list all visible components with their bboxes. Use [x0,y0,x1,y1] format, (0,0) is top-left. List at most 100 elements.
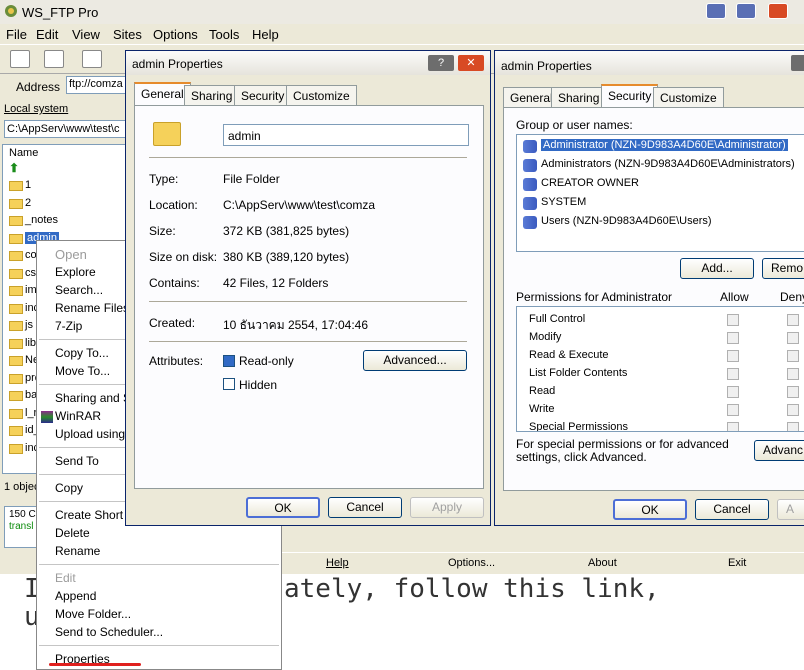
deny-checkbox[interactable] [787,368,799,380]
allow-checkbox[interactable] [727,404,739,416]
options-button[interactable]: Options... [448,557,495,569]
connect-icon[interactable] [10,50,30,68]
menu-item-move-folder[interactable]: Move Folder... [55,607,131,621]
dialog-titlebar: admin Properties [495,51,804,75]
list-item[interactable]: 2 [25,197,31,209]
allow-checkbox[interactable] [727,332,739,344]
deny-checkbox[interactable] [787,386,799,398]
folder-icon [9,233,23,244]
menu-item-sharing[interactable]: Sharing and S [55,391,131,405]
deny-checkbox[interactable] [787,422,799,431]
list-item[interactable]: _notes [25,214,58,226]
menu-item-7zip[interactable]: 7-Zip [55,319,82,333]
user-list-item[interactable]: CREATOR OWNER [541,177,639,189]
menu-item-copy[interactable]: Copy [55,481,83,495]
hidden-checkbox[interactable] [223,378,235,390]
menu-separator [39,645,279,646]
app-titlebar: WS_FTP Pro [0,0,804,24]
deny-checkbox[interactable] [787,350,799,362]
help-button[interactable]: Help [326,557,349,569]
menu-item-delete[interactable]: Delete [55,526,90,540]
disconnect-icon[interactable] [44,50,64,68]
dialog-close-button[interactable]: ✕ [458,55,484,71]
apply-button[interactable]: A [777,499,804,520]
ok-button[interactable]: OK [613,499,687,520]
menu-item-send-to[interactable]: Send To [55,454,99,468]
maximize-button[interactable] [736,3,756,19]
list-item[interactable]: cs [25,267,36,279]
user-list-item[interactable]: Administrator (NZN-9D983A4D60E\Administr… [541,139,788,151]
site-manager-icon[interactable] [82,50,102,68]
user-list-item[interactable]: Administrators (NZN-9D983A4D60E\Administ… [541,158,795,170]
folder-icon [9,216,23,226]
list-item[interactable]: co [25,249,37,261]
menu-view[interactable]: View [72,27,100,42]
address-input[interactable]: ftp://comza [66,76,130,94]
remove-button[interactable]: Remo [762,258,804,279]
close-button[interactable] [768,3,788,19]
menu-item-winrar[interactable]: WinRAR [55,409,101,423]
tab-security[interactable]: Security [234,85,292,105]
folder-icon [9,198,23,209]
menu-options[interactable]: Options [153,27,198,42]
add-button[interactable]: Add... [680,258,754,279]
advanced-button[interactable]: Advanced... [363,350,467,371]
menu-item-rename[interactable]: Rename [55,544,100,558]
readonly-checkbox[interactable] [223,355,235,367]
deny-checkbox[interactable] [787,332,799,344]
ok-button[interactable]: OK [246,497,320,518]
minimize-button[interactable] [706,3,726,19]
allow-checkbox[interactable] [727,350,739,362]
user-list-item[interactable]: Users (NZN-9D983A4D60E\Users) [541,215,712,227]
deny-checkbox[interactable] [787,404,799,416]
menu-item-create-shortcut[interactable]: Create Short [55,508,123,522]
menu-sites[interactable]: Sites [113,27,142,42]
apply-button[interactable]: Apply [410,497,484,518]
list-item[interactable]: im [25,284,37,296]
menu-item-copy-to[interactable]: Copy To... [55,346,109,360]
allow-checkbox[interactable] [727,314,739,326]
help-title-button[interactable]: ? [428,55,454,71]
allow-checkbox[interactable] [727,386,739,398]
address-bar: Address ftp://comza [0,74,130,98]
folder-icon [9,373,23,384]
column-header-name[interactable]: Name [9,147,38,159]
list-item[interactable]: lib [25,337,36,349]
allow-checkbox[interactable] [727,422,739,431]
advanced-button[interactable]: Advanc [754,440,804,461]
about-button[interactable]: About [588,557,617,569]
list-item[interactable]: 1 [25,179,31,191]
menu-item-explore[interactable]: Explore [55,265,96,279]
menu-item-edit[interactable]: Edit [55,571,76,585]
menu-tools[interactable]: Tools [209,27,239,42]
allow-checkbox[interactable] [727,368,739,380]
tab-customize[interactable]: Customize [653,87,724,107]
tab-customize[interactable]: Customize [286,85,357,105]
up-folder-icon[interactable]: ⬆ [9,161,19,175]
deny-checkbox[interactable] [787,314,799,326]
exit-button[interactable]: Exit [728,557,746,569]
menu-file[interactable]: File [6,27,27,42]
folder-icon [9,408,23,419]
list-item[interactable]: js [25,319,33,331]
cancel-button[interactable]: Cancel [695,499,769,520]
cancel-button[interactable]: Cancel [328,497,402,518]
tab-sharing[interactable]: Sharing [184,85,240,105]
tab-general[interactable]: General [134,82,191,105]
help-title-button[interactable] [791,55,804,71]
menu-item-upload-using[interactable]: Upload using [55,427,125,441]
user-group-icon [523,159,537,172]
menu-item-rename-files[interactable]: Rename Files [55,301,129,315]
menu-item-open[interactable]: Open [55,247,87,262]
menu-item-search[interactable]: Search... [55,283,103,297]
menu-item-move-to[interactable]: Move To... [55,364,110,378]
tab-security[interactable]: Security [601,84,659,107]
menu-edit[interactable]: Edit [36,27,58,42]
folder-name-input[interactable]: admin [223,124,469,146]
user-list-item[interactable]: SYSTEM [541,196,586,208]
local-path-input[interactable]: C:\AppServ\www\test\c [4,120,130,138]
menu-item-append[interactable]: Append [55,589,96,603]
tab-sharing[interactable]: Sharing [551,87,607,107]
menu-help[interactable]: Help [252,27,279,42]
menu-item-send-to-scheduler[interactable]: Send to Scheduler... [55,625,163,639]
